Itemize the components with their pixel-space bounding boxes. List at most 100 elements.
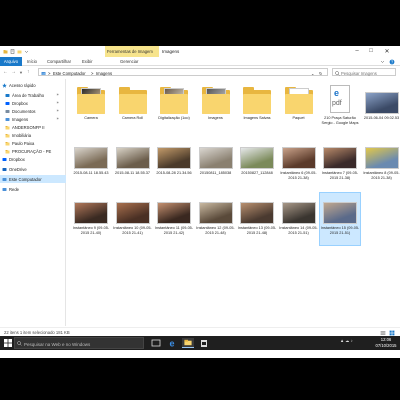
edge-icon[interactable]: e <box>166 338 178 349</box>
computer-icon <box>2 177 7 181</box>
address-bar[interactable]: > Este Computador > Imagens ⌄ ↻ <box>38 68 328 76</box>
minimize-button[interactable]: – <box>352 48 362 54</box>
file-item[interactable]: 20150811_185038 <box>196 138 236 190</box>
item-label: Paquet <box>292 116 305 120</box>
item-label: Instantâneo 10 (09-05-2015 21-41) <box>113 226 152 235</box>
item-label: 2015-06-04 09.02.53 <box>363 116 400 120</box>
back-icon[interactable]: ← <box>3 69 8 75</box>
folder-icon <box>5 125 10 129</box>
dropbox-icon <box>5 101 10 105</box>
folder-item[interactable]: Paquet <box>279 83 319 135</box>
address-dropdown-icon[interactable]: ⌄ <box>311 71 315 76</box>
nav-item-label: Paulo Paixa <box>12 140 35 146</box>
photo-thumbnail <box>115 138 151 170</box>
details-view-icon[interactable] <box>380 330 386 336</box>
nav-item[interactable]: Dropbox ✶ <box>0 99 66 107</box>
file-item[interactable]: 20150827_112848 <box>237 138 277 190</box>
taskbar-search-box[interactable]: Pesquisar na Web e no Windows <box>14 337 144 349</box>
nav-item[interactable]: Imagens ✶ <box>0 115 66 123</box>
clock[interactable]: 12:06 07/10/2015 <box>375 337 397 348</box>
file-item[interactable]: Instantâneo 6 (09-05-2015 21-38) <box>279 138 319 190</box>
forward-icon[interactable]: → <box>11 69 16 75</box>
properties-icon[interactable] <box>10 49 15 54</box>
folder-item[interactable]: Imagens Salvas <box>237 83 277 135</box>
taskbar: Pesquisar na Web e no Windows e ▲ ☁ ♪ 12… <box>0 336 400 350</box>
pin-icon: ✶ <box>56 108 60 113</box>
search-input[interactable] <box>341 70 393 76</box>
file-item[interactable]: Instantâneo 13 (09-05-2015 21-48) <box>237 193 277 245</box>
file-item[interactable]: 2015-06-04 09.02.53 <box>362 83 400 135</box>
close-button[interactable]: ✕ <box>382 48 392 55</box>
nav-item[interactable]: Paulo Paixa <box>0 139 66 147</box>
tab-compartilhar[interactable]: Compartilhar <box>47 59 71 64</box>
breadcrumb-imagens[interactable]: Imagens <box>96 71 112 76</box>
item-label: Imagens <box>208 116 223 120</box>
file-item[interactable]: Instantâneo 7 (09-05-2015 21-38) <box>320 138 360 190</box>
file-item[interactable]: Instantâneo 10 (09-05-2015 21-41) <box>113 193 153 245</box>
folder-icon <box>115 83 151 115</box>
tab-arquivo[interactable]: Arquivo <box>0 57 22 66</box>
file-item[interactable]: 2015-08-11 18.55.37 <box>113 138 153 190</box>
large-icons-view-icon[interactable] <box>389 330 395 336</box>
file-item[interactable]: Instantâneo 8 (09-05-2015 21-38) <box>362 138 400 190</box>
file-item[interactable]: e pdf 210 Praça Saturão Sergio - Google Ma… <box>320 83 360 135</box>
refresh-icon[interactable]: ↻ <box>319 71 323 76</box>
up-icon[interactable]: ↑ <box>27 69 30 75</box>
file-item[interactable]: Instantâneo 9 (09-05-2015 21-40) <box>71 193 111 245</box>
nav-item[interactable]: PROCURAÇÃO - PE <box>0 147 66 155</box>
system-tray-icons[interactable]: ▲ ☁ ♪ <box>340 338 353 343</box>
file-item[interactable]: Instantâneo 15 (09-05-2015 21-51) <box>319 192 361 246</box>
nav-item[interactable]: Acesso rápido <box>0 81 66 89</box>
tab-inicio[interactable]: Início <box>27 59 37 64</box>
folder-item[interactable]: Camera <box>71 83 111 135</box>
tab-gerenciar[interactable]: Gerenciar <box>120 59 138 64</box>
taskbar-search-placeholder: Pesquisar na Web e no Windows <box>24 341 91 347</box>
nav-item[interactable]: Dropbox <box>0 155 66 163</box>
folder-item[interactable]: Camera Roll <box>113 83 153 135</box>
file-explorer-icon[interactable] <box>182 338 194 348</box>
nav-item[interactable]: Rede <box>0 185 66 193</box>
window-title: Imagens <box>162 49 180 54</box>
item-label: Camera Roll <box>121 116 144 120</box>
expand-ribbon-icon[interactable] <box>380 59 385 64</box>
item-label: Instantâneo 12 (09-05-2015 21-48) <box>196 226 235 235</box>
search-icon <box>17 341 22 346</box>
store-icon[interactable] <box>198 338 210 348</box>
folder-icon <box>281 83 317 115</box>
photo-thumbnail <box>322 138 358 170</box>
maximize-button[interactable]: □ <box>366 48 376 54</box>
item-label: 2015-08-11 18.55.43 <box>73 171 109 175</box>
task-view-icon[interactable] <box>150 338 162 348</box>
file-item[interactable]: 2015-08-11 18.55.43 <box>71 138 111 190</box>
file-item[interactable]: 2015-08-28 21.34.56 <box>154 138 194 190</box>
windows-start-icon[interactable] <box>4 339 12 347</box>
chevron-down-icon[interactable] <box>24 49 29 54</box>
nav-item[interactable]: Área de Trabalho ✶ <box>0 91 66 99</box>
documents-icon <box>5 109 10 113</box>
folder-item[interactable]: Imagens <box>196 83 236 135</box>
recent-locations-icon[interactable]: ▼ <box>19 70 23 75</box>
photo-thumbnail <box>364 138 400 170</box>
help-icon[interactable]: ? <box>389 59 395 65</box>
file-item[interactable]: Instantâneo 14 (09-05-2015 21-51) <box>279 193 319 245</box>
photo-thumbnail <box>73 138 109 170</box>
nav-item[interactable]: ANDERSONFP II <box>0 123 66 131</box>
item-label: 2015-08-28 21.34.56 <box>156 171 192 175</box>
item-label: Imagens Salvas <box>243 116 271 120</box>
folder-icon <box>156 83 192 115</box>
file-grid: Camera Camera Roll Digitalização (1oo) Imag… <box>67 79 400 326</box>
folder-item[interactable]: Digitalização (1oo) <box>154 83 194 135</box>
nav-item[interactable]: Documentos ✶ <box>0 107 66 115</box>
photo-thumbnail <box>198 138 234 170</box>
nav-item[interactable]: OneDrive <box>0 165 66 173</box>
breadcrumb-este-computador[interactable]: Este Computador <box>53 71 86 76</box>
nav-item[interactable]: Este Computador <box>0 175 66 183</box>
file-item[interactable]: Instantâneo 12 (09-05-2015 21-48) <box>196 193 236 245</box>
tab-exibir[interactable]: Exibir <box>82 59 92 64</box>
item-label: Instantâneo 8 (09-05-2015 21-38) <box>363 171 400 180</box>
file-item[interactable]: Instantâneo 11 (09-05-2015 21-42) <box>154 193 194 245</box>
folder-icon <box>5 149 10 153</box>
search-box[interactable] <box>332 68 396 76</box>
nav-item[interactable]: Imobiliária <box>0 131 66 139</box>
new-folder-icon[interactable] <box>17 49 22 54</box>
